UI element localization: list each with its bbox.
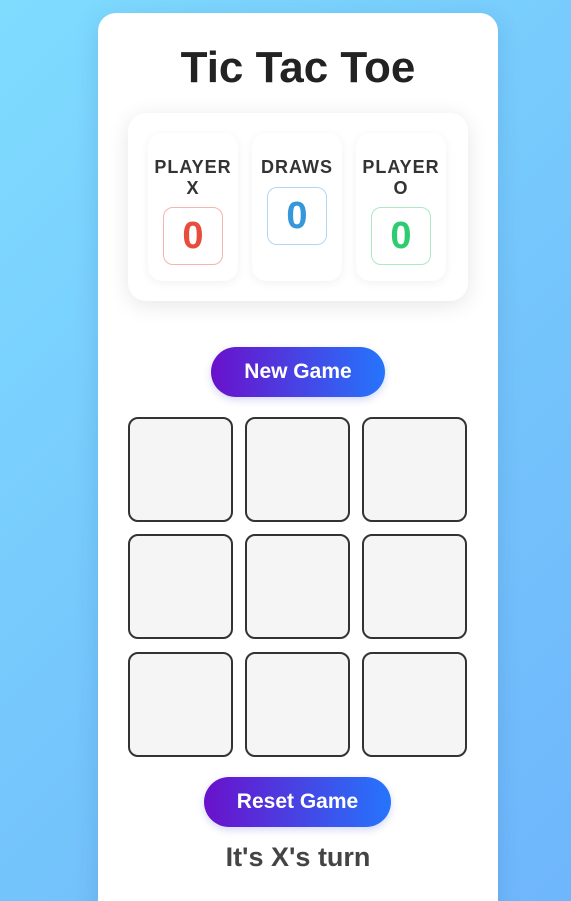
score-draws-value: 0 [267, 187, 327, 245]
scoreboard: PLAYER X 0 DRAWS 0 PLAYER O 0 [128, 113, 468, 301]
new-game-button[interactable]: New Game [211, 347, 385, 397]
reset-game-button[interactable]: Reset Game [204, 777, 391, 827]
score-draws-label: DRAWS [261, 157, 333, 177]
turn-status: It's X's turn [225, 842, 371, 872]
game-board [128, 417, 468, 757]
board-cell-3[interactable] [362, 417, 467, 522]
score-player-x-value: 0 [163, 207, 223, 265]
score-player-o-value: 0 [371, 207, 431, 265]
score-player-o: PLAYER O 0 [356, 133, 446, 281]
game-card: Tic Tac Toe PLAYER X 0 DRAWS 0 PLAYER O … [98, 13, 498, 901]
score-player-x-label: PLAYER X [154, 157, 232, 198]
board-cell-2[interactable] [245, 417, 350, 522]
board-cell-4[interactable] [128, 534, 233, 639]
page-title: Tic Tac Toe [180, 43, 416, 92]
score-player-o-label: PLAYER O [362, 157, 440, 198]
board-cell-1[interactable] [128, 417, 233, 522]
board-cell-9[interactable] [362, 652, 467, 757]
score-player-x: PLAYER X 0 [148, 133, 238, 281]
board-cell-6[interactable] [362, 534, 467, 639]
score-draws: DRAWS 0 [252, 133, 342, 281]
board-cell-8[interactable] [245, 652, 350, 757]
board-cell-7[interactable] [128, 652, 233, 757]
board-cell-5[interactable] [245, 534, 350, 639]
